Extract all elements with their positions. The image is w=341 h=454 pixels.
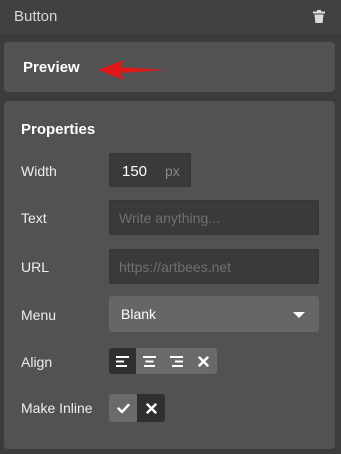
width-input[interactable]: 150 px (109, 153, 191, 187)
panel-header: Button (0, 0, 341, 34)
menu-select[interactable]: Blank (109, 296, 319, 332)
red-arrow-icon (98, 60, 166, 80)
text-label: Text (21, 210, 47, 226)
width-unit: px (165, 163, 180, 179)
url-input[interactable]: https://artbees.net (109, 249, 319, 284)
preview-label[interactable]: Preview (23, 59, 80, 76)
text-placeholder: Write anything... (119, 210, 220, 226)
menu-label: Menu (21, 307, 57, 323)
properties-section: Properties Width 150 px Text Write anyth… (4, 101, 335, 449)
make-inline-toggle (109, 394, 165, 422)
align-toggle-group (109, 348, 217, 374)
align-center-icon (143, 355, 156, 367)
close-icon (198, 355, 209, 367)
make-inline-label: Make Inline (21, 400, 93, 416)
inline-no-button[interactable] (137, 394, 165, 422)
panel-title: Button (14, 8, 58, 25)
menu-value: Blank (121, 306, 157, 322)
align-right-icon (170, 355, 183, 367)
align-label: Align (21, 354, 53, 370)
url-placeholder: https://artbees.net (119, 259, 232, 275)
url-label: URL (21, 259, 50, 275)
chevron-down-icon (293, 312, 305, 318)
trash-icon[interactable] (313, 10, 325, 23)
align-none-button[interactable] (190, 348, 217, 374)
width-label: Width (21, 163, 57, 179)
inline-yes-button[interactable] (109, 394, 137, 422)
align-left-button[interactable] (109, 348, 136, 374)
align-left-icon (116, 355, 129, 367)
width-value[interactable]: 150 (122, 163, 147, 180)
align-center-button[interactable] (136, 348, 163, 374)
properties-heading: Properties (21, 121, 96, 138)
preview-section[interactable]: Preview (4, 42, 335, 92)
align-right-button[interactable] (163, 348, 190, 374)
text-input[interactable]: Write anything... (109, 200, 319, 235)
check-icon (116, 403, 130, 413)
close-icon (145, 402, 157, 414)
